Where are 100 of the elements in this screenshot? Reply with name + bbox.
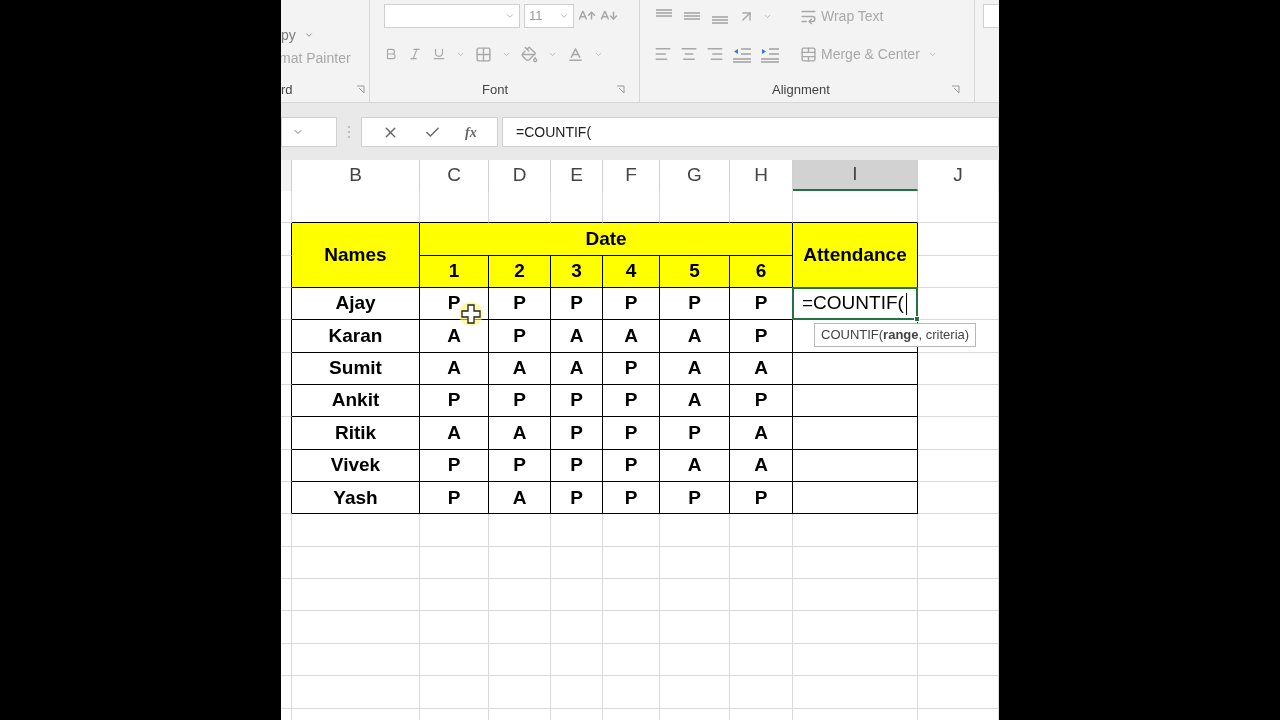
table-cell: A — [420, 352, 489, 386]
attendance-cell[interactable] — [793, 417, 918, 450]
merge-cells-icon — [800, 45, 817, 63]
name-cell: Ajay — [292, 288, 420, 321]
align-left-icon[interactable] — [654, 45, 672, 63]
fill-color-icon[interactable] — [521, 45, 538, 63]
select-all-corner[interactable] — [281, 160, 292, 191]
table-cell: P — [603, 288, 660, 321]
table-cell: P — [551, 385, 603, 418]
table-cell: P — [730, 385, 793, 418]
table-cell: A — [489, 482, 551, 515]
decrease-indent-icon[interactable] — [732, 45, 752, 63]
table-cell: P — [730, 482, 793, 515]
italic-icon[interactable] — [408, 47, 422, 61]
day-header-cell: 4 — [603, 255, 660, 289]
table-cell: A — [551, 352, 603, 386]
table-cell: A — [420, 320, 489, 353]
drag-handle-icon[interactable] — [347, 125, 351, 139]
caret-icon[interactable] — [303, 30, 314, 40]
table-cell: P — [660, 288, 730, 321]
table-cell: A — [730, 417, 793, 450]
attendance-cell[interactable] — [793, 352, 918, 386]
column-header-cell: Names — [292, 223, 420, 289]
table-cell: A — [730, 449, 793, 483]
column-header[interactable]: F — [603, 160, 660, 191]
table-cell: A — [420, 417, 489, 450]
column-header[interactable]: G — [660, 160, 730, 191]
increase-indent-icon[interactable] — [760, 45, 780, 63]
table-cell: P — [603, 482, 660, 515]
table-cell: P — [489, 449, 551, 483]
name-box[interactable] — [281, 117, 337, 147]
dialog-launcher-icon[interactable] — [951, 84, 960, 94]
table-cell: A — [489, 417, 551, 450]
bold-icon[interactable] — [384, 47, 398, 61]
column-header[interactable]: J — [918, 160, 999, 191]
table-cell: P — [603, 385, 660, 418]
group-label: rd — [281, 80, 293, 99]
copy-button[interactable]: py — [281, 24, 296, 46]
attendance-cell[interactable] — [793, 482, 918, 515]
name-cell: Vivek — [292, 449, 420, 483]
table-cell: P — [489, 385, 551, 418]
day-header-cell: 3 — [551, 255, 603, 289]
dialog-launcher-icon[interactable] — [616, 84, 625, 94]
table-cell: P — [551, 417, 603, 450]
group-label: Font — [482, 80, 508, 99]
dialog-launcher-icon[interactable] — [356, 84, 365, 94]
table-cell: P — [660, 482, 730, 515]
name-cell: Ankit — [292, 385, 420, 418]
align-right-icon[interactable] — [706, 45, 724, 63]
borders-icon[interactable] — [475, 45, 492, 63]
table-cell: P — [420, 449, 489, 483]
active-cell[interactable]: =COUNTIF( — [792, 287, 918, 321]
table-cell: A — [489, 352, 551, 386]
table-cell: P — [489, 320, 551, 353]
table-cell: P — [551, 482, 603, 515]
align-center-icon[interactable] — [680, 45, 698, 63]
name-cell: Karan — [292, 320, 420, 353]
day-header-cell: 1 — [420, 255, 489, 289]
move-cursor-icon — [458, 301, 484, 327]
day-header-cell: 2 — [489, 255, 551, 289]
column-header[interactable]: D — [489, 160, 551, 191]
function-tooltip: COUNTIF(range, criteria) — [814, 323, 977, 347]
day-header-cell: 6 — [730, 255, 793, 289]
table-cell: P — [420, 385, 489, 418]
font-color-icon[interactable] — [567, 45, 584, 63]
table-cell: P — [730, 320, 793, 353]
underline-icon[interactable] — [432, 47, 446, 61]
grid-cell[interactable] — [281, 255, 292, 289]
table-cell: A — [603, 320, 660, 353]
table-cell: A — [730, 352, 793, 386]
number-format-field[interactable] — [983, 4, 999, 28]
table-cell: A — [660, 385, 730, 418]
table-cell: P — [603, 449, 660, 483]
day-header-cell: 5 — [660, 255, 730, 289]
column-header[interactable]: I — [793, 160, 918, 191]
table-cell: P — [420, 482, 489, 515]
caret-icon[interactable] — [505, 11, 515, 21]
caret-icon[interactable] — [559, 11, 569, 21]
name-cell: Yash — [292, 482, 420, 515]
attendance-cell[interactable] — [793, 449, 918, 483]
table-cell: P — [489, 288, 551, 321]
column-header-cell: Attendance — [793, 223, 918, 289]
table-cell: P — [551, 449, 603, 483]
table-cell: P — [660, 417, 730, 450]
table-cell: P — [420, 288, 489, 321]
table-cell: P — [603, 352, 660, 386]
name-cell: Sumit — [292, 352, 420, 386]
table-cell: A — [551, 320, 603, 353]
column-header[interactable]: E — [551, 160, 603, 191]
name-cell: Ritik — [292, 417, 420, 450]
column-header[interactable]: C — [420, 160, 489, 191]
font-name-field[interactable] — [384, 4, 520, 28]
table-cell: P — [551, 288, 603, 321]
table-cell: P — [603, 417, 660, 450]
column-header[interactable]: H — [730, 160, 793, 191]
column-header-cell: Date — [420, 223, 793, 256]
formula-field[interactable]: =COUNTIF( — [502, 117, 999, 147]
insert-function-button[interactable]: fx — [465, 121, 477, 143]
column-header[interactable]: B — [292, 160, 420, 191]
attendance-cell[interactable] — [793, 385, 918, 418]
